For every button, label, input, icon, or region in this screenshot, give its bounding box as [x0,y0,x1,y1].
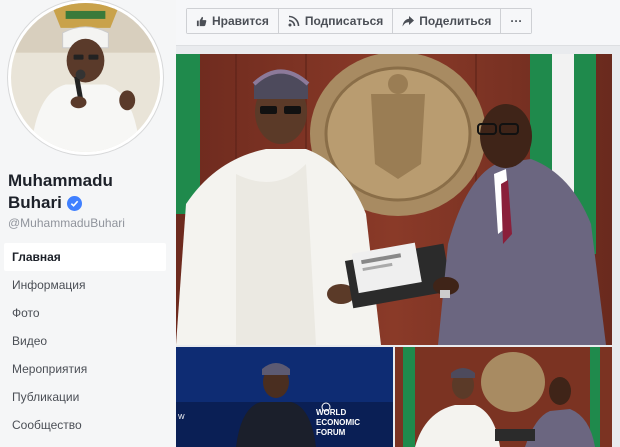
share-label: Поделиться [419,14,492,28]
page-title-line1: Muhammadu [8,171,113,190]
thumbnail-photo-1[interactable]: W WORLD ECONOMIC FORUM [176,347,393,447]
main-column: Нравится Подписаться Поделиться ··· W WO… [176,0,620,447]
thumbs-up-icon [196,16,207,26]
thumbnail-image-1: W WORLD ECONOMIC FORUM [176,347,393,447]
profile-avatar[interactable] [8,0,163,155]
rss-icon [288,15,300,27]
page-title[interactable]: Muhammadu Buhari [8,170,173,214]
follow-label: Подписаться [304,14,384,28]
cover-image [176,54,612,345]
thumbnail-image-2 [395,347,612,447]
nav-item-home[interactable]: Главная [4,243,166,271]
nav-item-events[interactable]: Мероприятия [4,355,166,383]
like-button[interactable]: Нравится [187,9,279,33]
more-icon: ··· [510,14,523,28]
photo-thumbnails: W WORLD ECONOMIC FORUM [176,347,612,447]
like-label: Нравится [212,14,269,28]
avatar-photo [11,3,160,152]
nav-item-about[interactable]: Информация [4,271,166,299]
nav-item-community[interactable]: Сообщество [4,411,166,439]
thumbnail-photo-2[interactable] [395,347,612,447]
page-handle[interactable]: @MuhammaduBuhari [8,216,125,230]
action-button-group: Нравится Подписаться Поделиться ··· [186,8,533,34]
wef-line1: WORLD [316,408,346,417]
page-title-line2: Buhari [8,193,62,212]
share-button[interactable]: Поделиться [393,9,502,33]
wef-text-left: W [178,414,185,421]
action-bar: Нравится Подписаться Поделиться ··· [176,0,620,46]
nav-item-posts[interactable]: Публикации [4,383,166,411]
nav-item-photos[interactable]: Фото [4,299,166,327]
share-arrow-icon [402,15,415,26]
follow-button[interactable]: Подписаться [278,9,394,33]
cover-photo[interactable] [176,54,612,345]
more-button[interactable]: ··· [501,9,532,33]
left-column: Muhammadu Buhari @MuhammaduBuhari Главна… [0,0,176,447]
verified-badge-icon [66,195,82,211]
wef-line2: ECONOMIC [316,418,360,427]
nav-item-videos[interactable]: Видео [4,327,166,355]
page-nav: Главная Информация Фото Видео Мероприяти… [4,243,166,439]
wef-line3: FORUM [316,428,346,437]
